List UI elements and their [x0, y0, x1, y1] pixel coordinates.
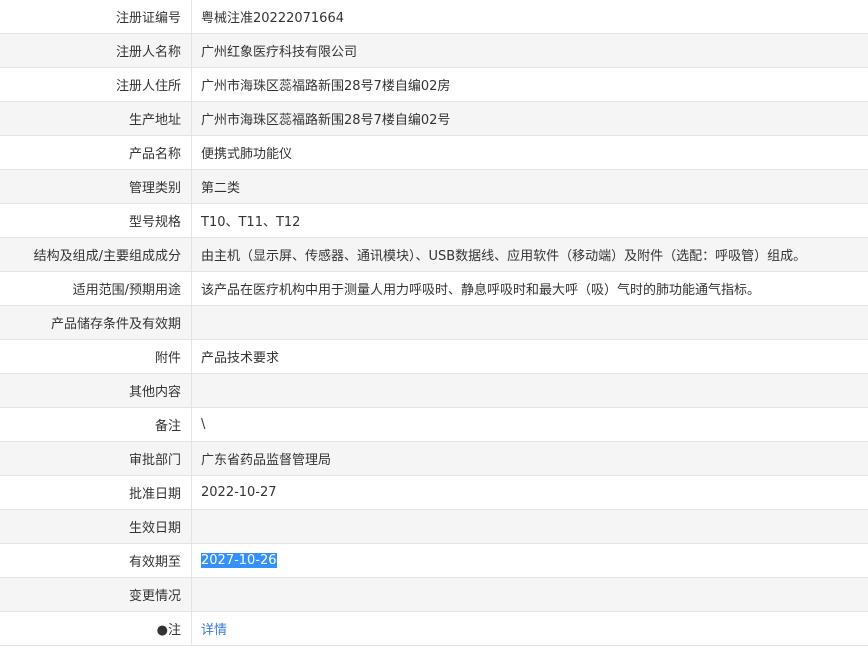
- field-value-registrant-name: 广州红象医疗科技有限公司: [192, 34, 868, 68]
- table-row: 备注 \: [0, 408, 868, 442]
- field-label-attachment: 附件: [0, 340, 192, 374]
- table-row: 适用范围/预期用途 该产品在医疗机构中用于测量人用力呼吸时、静息呼吸时和最大呼（…: [0, 272, 868, 306]
- field-value-approval-department: 广东省药品监督管理局: [192, 442, 868, 476]
- table-row: 附件 产品技术要求: [0, 340, 868, 374]
- field-value-management-category: 第二类: [192, 170, 868, 204]
- field-label-effective-date: 生效日期: [0, 510, 192, 544]
- field-value-change-status: [192, 578, 868, 612]
- table-row: 变更情况: [0, 578, 868, 612]
- field-value-approval-date: 2022-10-27: [192, 476, 868, 510]
- field-value-model-spec: T10、T11、T12: [192, 204, 868, 238]
- field-value-effective-date: [192, 510, 868, 544]
- registration-detail-table: 注册证编号 粤械注准20222071664 注册人名称 广州红象医疗科技有限公司…: [0, 0, 868, 646]
- field-label-registrant-address: 注册人住所: [0, 68, 192, 102]
- field-label-management-category: 管理类别: [0, 170, 192, 204]
- table-row: ●注 详情: [0, 612, 868, 646]
- table-row: 注册人住所 广州市海珠区蕊福路新围28号7楼自编02房: [0, 68, 868, 102]
- field-label-production-address: 生产地址: [0, 102, 192, 136]
- field-value-registration-number: 粤械注准20222071664: [192, 0, 868, 34]
- field-value-remarks: \: [192, 408, 868, 442]
- field-value-attachment: 产品技术要求: [192, 340, 868, 374]
- table-row: 型号规格 T10、T11、T12: [0, 204, 868, 238]
- field-label-model-spec: 型号规格: [0, 204, 192, 238]
- field-label-storage-validity: 产品储存条件及有效期: [0, 306, 192, 340]
- field-value-valid-until-cell: 2027-10-26: [192, 544, 868, 578]
- field-label-other-content: 其他内容: [0, 374, 192, 408]
- table-row: 注册证编号 粤械注准20222071664: [0, 0, 868, 34]
- field-label-structure-composition: 结构及组成/主要组成成分: [0, 238, 192, 272]
- field-label-change-status: 变更情况: [0, 578, 192, 612]
- field-value-storage-validity: [192, 306, 868, 340]
- field-label-intended-use: 适用范围/预期用途: [0, 272, 192, 306]
- field-label-approval-department: 审批部门: [0, 442, 192, 476]
- table-row: 生产地址 广州市海珠区蕊福路新围28号7楼自编02号: [0, 102, 868, 136]
- table-row: 批准日期 2022-10-27: [0, 476, 868, 510]
- field-value-product-name: 便携式肺功能仪: [192, 136, 868, 170]
- table-row: 产品储存条件及有效期: [0, 306, 868, 340]
- field-label-registrant-name: 注册人名称: [0, 34, 192, 68]
- details-link[interactable]: 详情: [201, 623, 227, 638]
- field-label-note: ●注: [0, 612, 192, 646]
- field-value-structure-composition: 由主机（显示屏、传感器、通讯模块）、USB数据线、应用软件（移动端）及附件（选配…: [192, 238, 868, 272]
- table-row: 其他内容: [0, 374, 868, 408]
- table-row: 管理类别 第二类: [0, 170, 868, 204]
- field-value-note-cell: 详情: [192, 612, 868, 646]
- table-row: 结构及组成/主要组成成分 由主机（显示屏、传感器、通讯模块）、USB数据线、应用…: [0, 238, 868, 272]
- field-value-intended-use: 该产品在医疗机构中用于测量人用力呼吸时、静息呼吸时和最大呼（吸）气时的肺功能通气…: [192, 272, 868, 306]
- field-label-remarks: 备注: [0, 408, 192, 442]
- field-value-other-content: [192, 374, 868, 408]
- table-row: 有效期至 2027-10-26: [0, 544, 868, 578]
- field-label-registration-number: 注册证编号: [0, 0, 192, 34]
- table-row: 产品名称 便携式肺功能仪: [0, 136, 868, 170]
- field-label-product-name: 产品名称: [0, 136, 192, 170]
- field-value-production-address: 广州市海珠区蕊福路新围28号7楼自编02号: [192, 102, 868, 136]
- field-label-valid-until: 有效期至: [0, 544, 192, 578]
- table-row: 审批部门 广东省药品监督管理局: [0, 442, 868, 476]
- field-value-registrant-address: 广州市海珠区蕊福路新围28号7楼自编02房: [192, 68, 868, 102]
- table-row: 生效日期: [0, 510, 868, 544]
- field-label-approval-date: 批准日期: [0, 476, 192, 510]
- field-value-valid-until[interactable]: 2027-10-26: [201, 553, 277, 568]
- table-row: 注册人名称 广州红象医疗科技有限公司: [0, 34, 868, 68]
